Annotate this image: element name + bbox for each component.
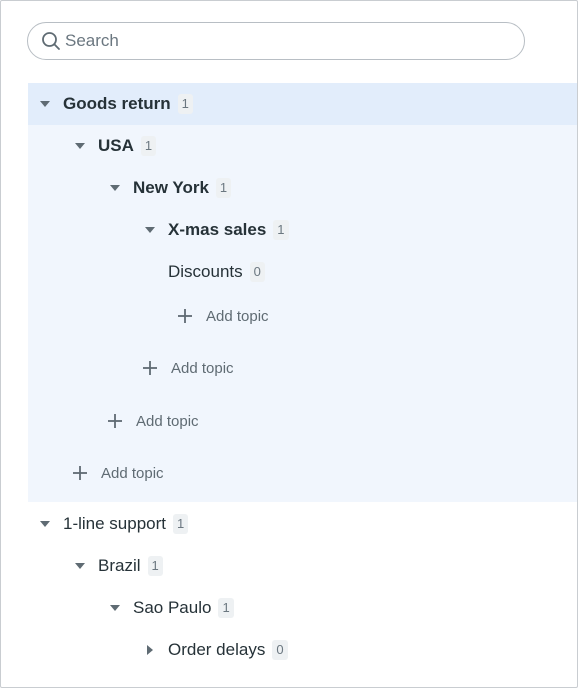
tree-node-label: 1-line support: [63, 514, 167, 533]
tree-node-label: Order delays: [168, 640, 266, 659]
tree-node-label: Discounts: [168, 262, 243, 281]
tree-node-discounts[interactable]: Discounts 0: [168, 251, 265, 293]
add-topic-button[interactable]: Add topic: [71, 458, 164, 488]
caret-down-icon[interactable]: [39, 518, 51, 530]
topics-panel: Goods return 1 USA 1 New York 1 X-mas sa…: [0, 0, 578, 688]
tree-node-label: Goods return: [63, 94, 171, 113]
tree-node-goods-return[interactable]: Goods return 1: [39, 83, 193, 125]
plus-icon: [106, 412, 124, 430]
add-topic-button[interactable]: Add topic: [176, 301, 269, 331]
tree-node-1-line-support[interactable]: 1-line support 1: [39, 503, 189, 545]
add-topic-label: Add topic: [171, 359, 234, 377]
topic-count-badge: 1: [140, 136, 157, 156]
caret-down-icon[interactable]: [74, 560, 86, 572]
search-input[interactable]: [65, 31, 485, 51]
add-topic-button[interactable]: Add topic: [141, 353, 234, 383]
tree-node-xmas-sales[interactable]: X-mas sales 1: [144, 209, 289, 251]
tree-node-label: Sao Paulo: [133, 598, 212, 617]
topic-count-badge: 0: [249, 262, 265, 282]
topic-count-badge: 1: [273, 220, 289, 240]
plus-icon: [141, 359, 159, 377]
tree-node-label: USA: [98, 136, 134, 155]
caret-down-icon[interactable]: [144, 224, 156, 236]
topic-count-badge: 0: [272, 640, 288, 660]
topic-count-badge: 1: [147, 556, 163, 576]
plus-icon: [71, 464, 89, 482]
add-topic-label: Add topic: [101, 464, 164, 482]
caret-right-icon[interactable]: [144, 644, 156, 656]
plus-icon: [176, 307, 194, 325]
caret-down-icon[interactable]: [109, 182, 121, 194]
topic-count-badge: 1: [177, 94, 193, 114]
add-topic-button[interactable]: Add topic: [106, 406, 199, 436]
search-icon: [41, 31, 61, 51]
topic-count-badge: 1: [173, 514, 189, 534]
add-topic-label: Add topic: [206, 307, 269, 325]
tree-node-label: Brazil: [98, 556, 141, 575]
tree-node-label: X-mas sales: [168, 220, 267, 239]
tree-node-brazil[interactable]: Brazil 1: [74, 545, 163, 587]
caret-down-icon[interactable]: [109, 602, 121, 614]
topic-count-badge: 1: [218, 598, 234, 618]
caret-down-icon[interactable]: [74, 140, 86, 152]
tree-node-label: New York: [133, 178, 209, 197]
tree-node-usa[interactable]: USA 1: [74, 125, 157, 167]
add-topic-label: Add topic: [136, 412, 199, 430]
topic-count-badge: 1: [215, 178, 232, 198]
tree-node-new-york[interactable]: New York 1: [109, 167, 232, 209]
caret-down-icon[interactable]: [39, 98, 51, 110]
tree-node-order-delays[interactable]: Order delays 0: [144, 629, 288, 671]
search-box[interactable]: [27, 22, 525, 60]
tree-node-sao-paulo[interactable]: Sao Paulo 1: [109, 587, 234, 629]
